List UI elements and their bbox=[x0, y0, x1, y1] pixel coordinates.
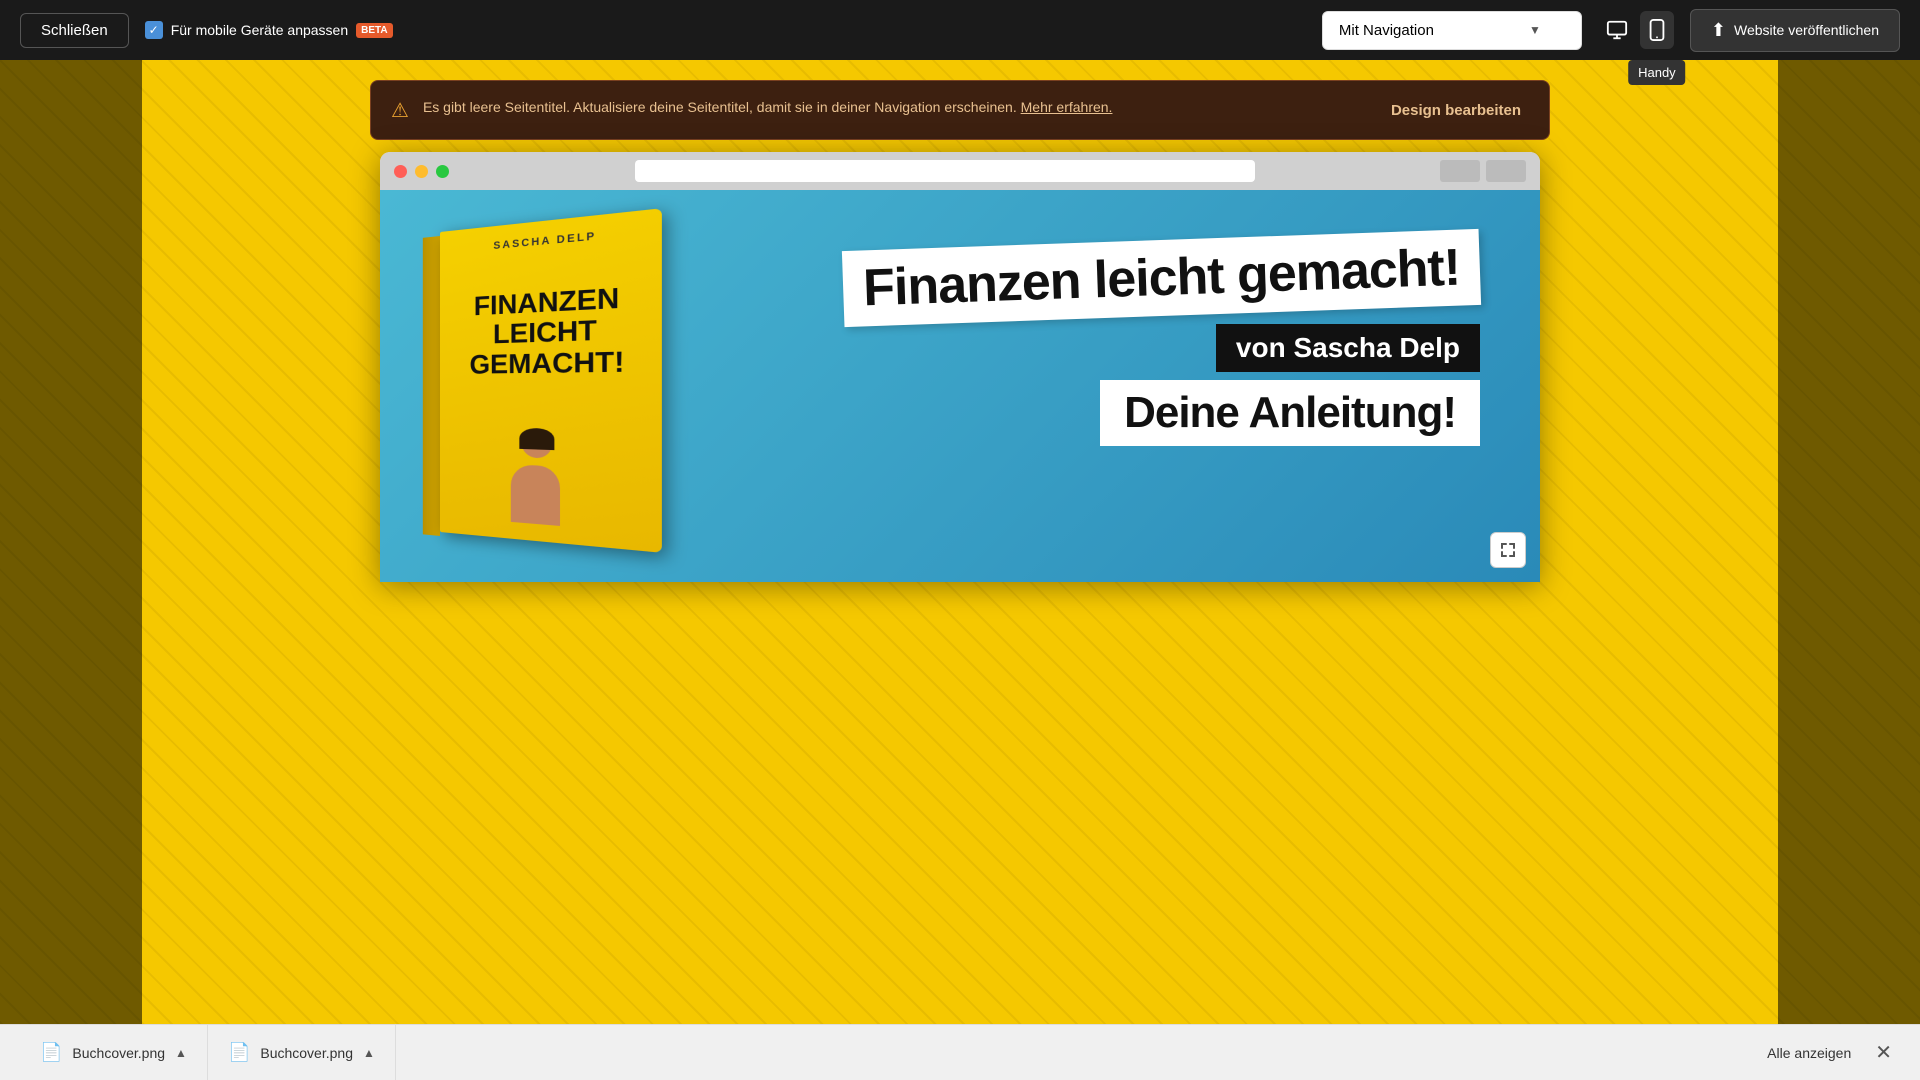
nav-dropdown[interactable]: Mit Navigation ▼ bbox=[1322, 11, 1582, 50]
download-arrow-1[interactable]: ▲ bbox=[175, 1046, 187, 1060]
publish-label: Website veröffentlichen bbox=[1734, 22, 1879, 38]
desktop-view-button[interactable] bbox=[1598, 11, 1636, 49]
publish-button[interactable]: ⬆ Website veröffentlichen bbox=[1690, 9, 1900, 52]
book-cover: SASCHA DELP FINANZEN LEICHT GEMACHT! bbox=[440, 208, 662, 553]
browser-action-2 bbox=[1486, 160, 1526, 182]
maximize-dot bbox=[436, 165, 449, 178]
download-item-1: 📄 Buchcover.png ▲ bbox=[20, 1025, 208, 1080]
download-name-1: Buchcover.png bbox=[72, 1045, 165, 1061]
close-dot bbox=[394, 165, 407, 178]
figure-body bbox=[511, 464, 560, 526]
warning-left: ⚠ Es gibt leere Seitentitel. Aktualisier… bbox=[391, 97, 1383, 123]
book-title: FINANZEN LEICHT GEMACHT! bbox=[470, 281, 625, 379]
browser-bar bbox=[380, 152, 1540, 190]
file-icon-1: 📄 bbox=[40, 1042, 62, 1063]
close-button[interactable]: Schließen bbox=[20, 13, 129, 48]
beta-badge: BETA bbox=[356, 23, 392, 38]
design-edit-button[interactable]: Design bearbeiten bbox=[1383, 98, 1529, 123]
warning-text: Es gibt leere Seitentitel. Aktualisiere … bbox=[423, 97, 1113, 118]
alle-anzeigen-button[interactable]: Alle anzeigen bbox=[1751, 1045, 1867, 1061]
url-bar bbox=[635, 160, 1255, 182]
browser-actions bbox=[1440, 160, 1526, 182]
minimize-dot bbox=[415, 165, 428, 178]
download-name-2: Buchcover.png bbox=[260, 1045, 353, 1061]
book-author-label: SASCHA DELP bbox=[493, 231, 596, 252]
device-icons: Handy bbox=[1598, 11, 1674, 49]
handy-tooltip: Handy bbox=[1628, 60, 1686, 85]
headline-author: von Sascha Delp bbox=[1216, 324, 1480, 372]
book-figure bbox=[500, 417, 588, 528]
phone-icon bbox=[1648, 19, 1666, 41]
download-arrow-2[interactable]: ▲ bbox=[363, 1046, 375, 1060]
mobile-toggle-label: Für mobile Geräte anpassen bbox=[171, 22, 348, 38]
headline-container: Finanzen leicht gemacht! von Sascha Delp… bbox=[843, 240, 1480, 446]
main-content: ⚠ Es gibt leere Seitentitel. Aktualisier… bbox=[0, 60, 1920, 1080]
mobile-toggle[interactable]: ✓ Für mobile Geräte anpassen BETA bbox=[145, 21, 393, 39]
mobile-checkbox[interactable]: ✓ bbox=[145, 21, 163, 39]
expand-button[interactable] bbox=[1490, 532, 1526, 568]
headline-sub: Deine Anleitung! bbox=[1100, 380, 1480, 446]
book-3d: SASCHA DELP FINANZEN LEICHT GEMACHT! bbox=[440, 205, 688, 578]
browser-mockup: SASCHA DELP FINANZEN LEICHT GEMACHT! bbox=[380, 152, 1540, 582]
learn-more-link[interactable]: Mehr erfahren. bbox=[1021, 99, 1113, 115]
book-spine bbox=[423, 236, 440, 536]
publish-icon: ⬆ bbox=[1711, 20, 1726, 41]
mobile-view-tooltip-container: Handy bbox=[1640, 11, 1674, 49]
figure-hair bbox=[519, 428, 554, 450]
file-icon-2: 📄 bbox=[228, 1042, 250, 1063]
chevron-down-icon: ▼ bbox=[1529, 23, 1541, 37]
headline-main: Finanzen leicht gemacht! bbox=[842, 229, 1481, 327]
browser-action-1 bbox=[1440, 160, 1480, 182]
close-downloads-button[interactable]: ✕ bbox=[1867, 1040, 1900, 1065]
mobile-view-button[interactable] bbox=[1640, 11, 1674, 49]
warning-icon: ⚠ bbox=[391, 98, 409, 123]
book-container: SASCHA DELP FINANZEN LEICHT GEMACHT! bbox=[440, 232, 710, 582]
expand-icon bbox=[1500, 542, 1516, 558]
figure-person bbox=[511, 428, 560, 526]
warning-banner: ⚠ Es gibt leere Seitentitel. Aktualisier… bbox=[370, 80, 1550, 140]
download-item-2: 📄 Buchcover.png ▲ bbox=[208, 1025, 396, 1080]
website-preview: SASCHA DELP FINANZEN LEICHT GEMACHT! bbox=[380, 190, 1540, 582]
monitor-icon bbox=[1606, 19, 1628, 41]
nav-dropdown-label: Mit Navigation bbox=[1339, 22, 1434, 39]
downloads-bar: 📄 Buchcover.png ▲ 📄 Buchcover.png ▲ Alle… bbox=[0, 1024, 1920, 1080]
toolbar: Schließen ✓ Für mobile Geräte anpassen B… bbox=[0, 0, 1920, 60]
